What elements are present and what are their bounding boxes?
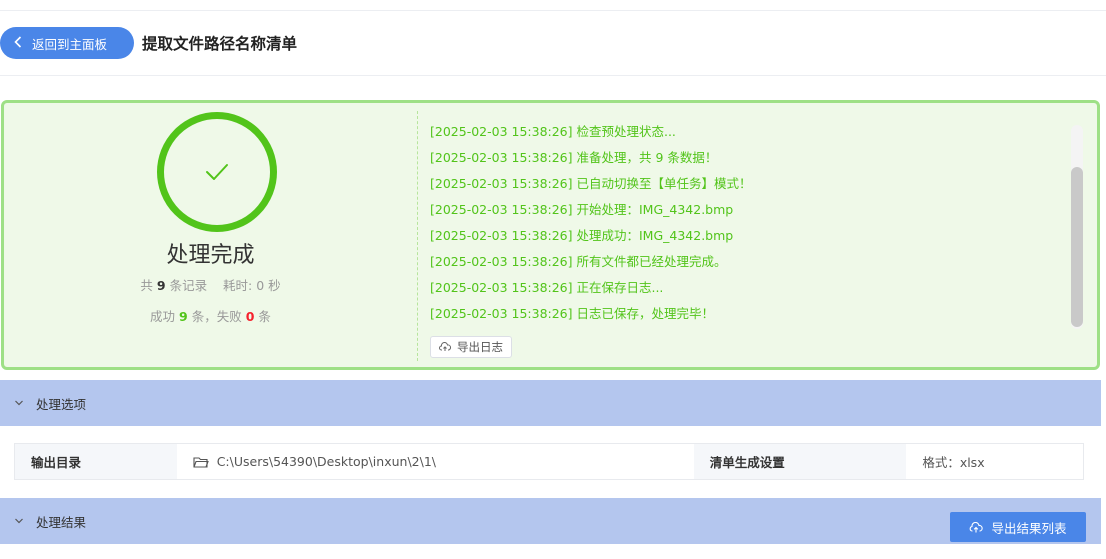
format-value[interactable]: 格式：xlsx (906, 444, 1083, 479)
log-line: [2025-02-03 15:38:26] 准备处理，共 9 条数据！ (430, 150, 718, 165)
page-title: 提取文件路径名称清单 (142, 35, 298, 53)
chevron-down-icon (15, 518, 23, 524)
success-label: 成功 (150, 309, 176, 324)
total-count: 9 (156, 278, 166, 293)
fail-label: 条，失败 (191, 309, 242, 324)
options-section-label: 处理选项 (36, 396, 87, 412)
page-header: 返回到主面板 提取文件路径名称清单 (0, 27, 297, 59)
results-section-header[interactable]: 处理结果 (0, 498, 1101, 544)
options-section-header[interactable]: 处理选项 (0, 380, 1101, 426)
result-panel: 处理完成 共 9 条记录 耗时: 0 秒 成功 9 条，失败 0 条 [2025… (1, 100, 1100, 370)
folder-icon (193, 456, 209, 468)
log-list: [2025-02-03 15:38:26] 检查预处理状态... [2025-0… (430, 121, 1070, 329)
log-line: [2025-02-03 15:38:26] 处理成功：IMG_4342.bmp (430, 228, 734, 243)
export-results-button[interactable]: 导出结果列表 (950, 512, 1086, 542)
summary-line: 共 9 条记录 耗时: 0 秒 (4, 275, 417, 294)
check-icon (206, 164, 228, 180)
output-dir-value[interactable]: C:\Users\54390\Desktop\inxun\2\1\ (177, 444, 694, 479)
log-line: [2025-02-03 15:38:26] 正在保存日志... (430, 280, 664, 295)
results-section-label: 处理结果 (36, 514, 87, 530)
status-column: 处理完成 共 9 条记录 耗时: 0 秒 成功 9 条，失败 0 条 (4, 103, 417, 367)
options-row: 输出目录 C:\Users\54390\Desktop\inxun\2\1\ 清… (14, 443, 1084, 480)
fail-count: 0 (245, 309, 255, 324)
output-dir-path: C:\Users\54390\Desktop\inxun\2\1\ (216, 454, 436, 469)
cloud-upload-icon (970, 521, 984, 532)
export-log-label: 导出日志 (457, 340, 503, 354)
list-settings-label: 清单生成设置 (693, 444, 907, 479)
cloud-upload-icon (439, 342, 451, 351)
time-label: 耗时: (222, 278, 253, 293)
chevron-left-icon (14, 35, 22, 51)
log-line: [2025-02-03 15:38:26] 日志已保存，处理完毕！ (430, 306, 714, 321)
success-ring (157, 112, 277, 232)
log-line: [2025-02-03 15:38:26] 已自动切换至【单任务】模式！ (430, 176, 752, 191)
back-button-label: 返回到主面板 (32, 36, 108, 52)
back-to-dashboard-button[interactable]: 返回到主面板 (0, 27, 134, 59)
log-line: [2025-02-03 15:38:26] 检查预处理状态... (430, 124, 676, 139)
success-count: 9 (179, 309, 188, 324)
summary-prefix: 共 (140, 278, 153, 293)
export-results-label: 导出结果列表 (991, 520, 1067, 536)
output-dir-label: 输出目录 (15, 444, 177, 479)
export-log-button[interactable]: 导出日志 (430, 336, 512, 358)
result-line: 成功 9 条，失败 0 条 (4, 306, 417, 325)
log-scrollbar-thumb[interactable] (1071, 167, 1083, 327)
chevron-down-icon (15, 400, 23, 406)
fail-unit: 条 (258, 309, 271, 324)
time-value: 0 秒 (256, 278, 281, 293)
top-divider (0, 10, 1106, 11)
header-divider (0, 75, 1106, 76)
status-title: 处理完成 (166, 243, 255, 268)
panel-divider (417, 111, 418, 361)
log-line: [2025-02-03 15:38:26] 所有文件都已经处理完成。 (430, 254, 727, 269)
records-label: 条记录 (169, 278, 208, 293)
log-line: [2025-02-03 15:38:26] 开始处理：IMG_4342.bmp (430, 202, 734, 217)
